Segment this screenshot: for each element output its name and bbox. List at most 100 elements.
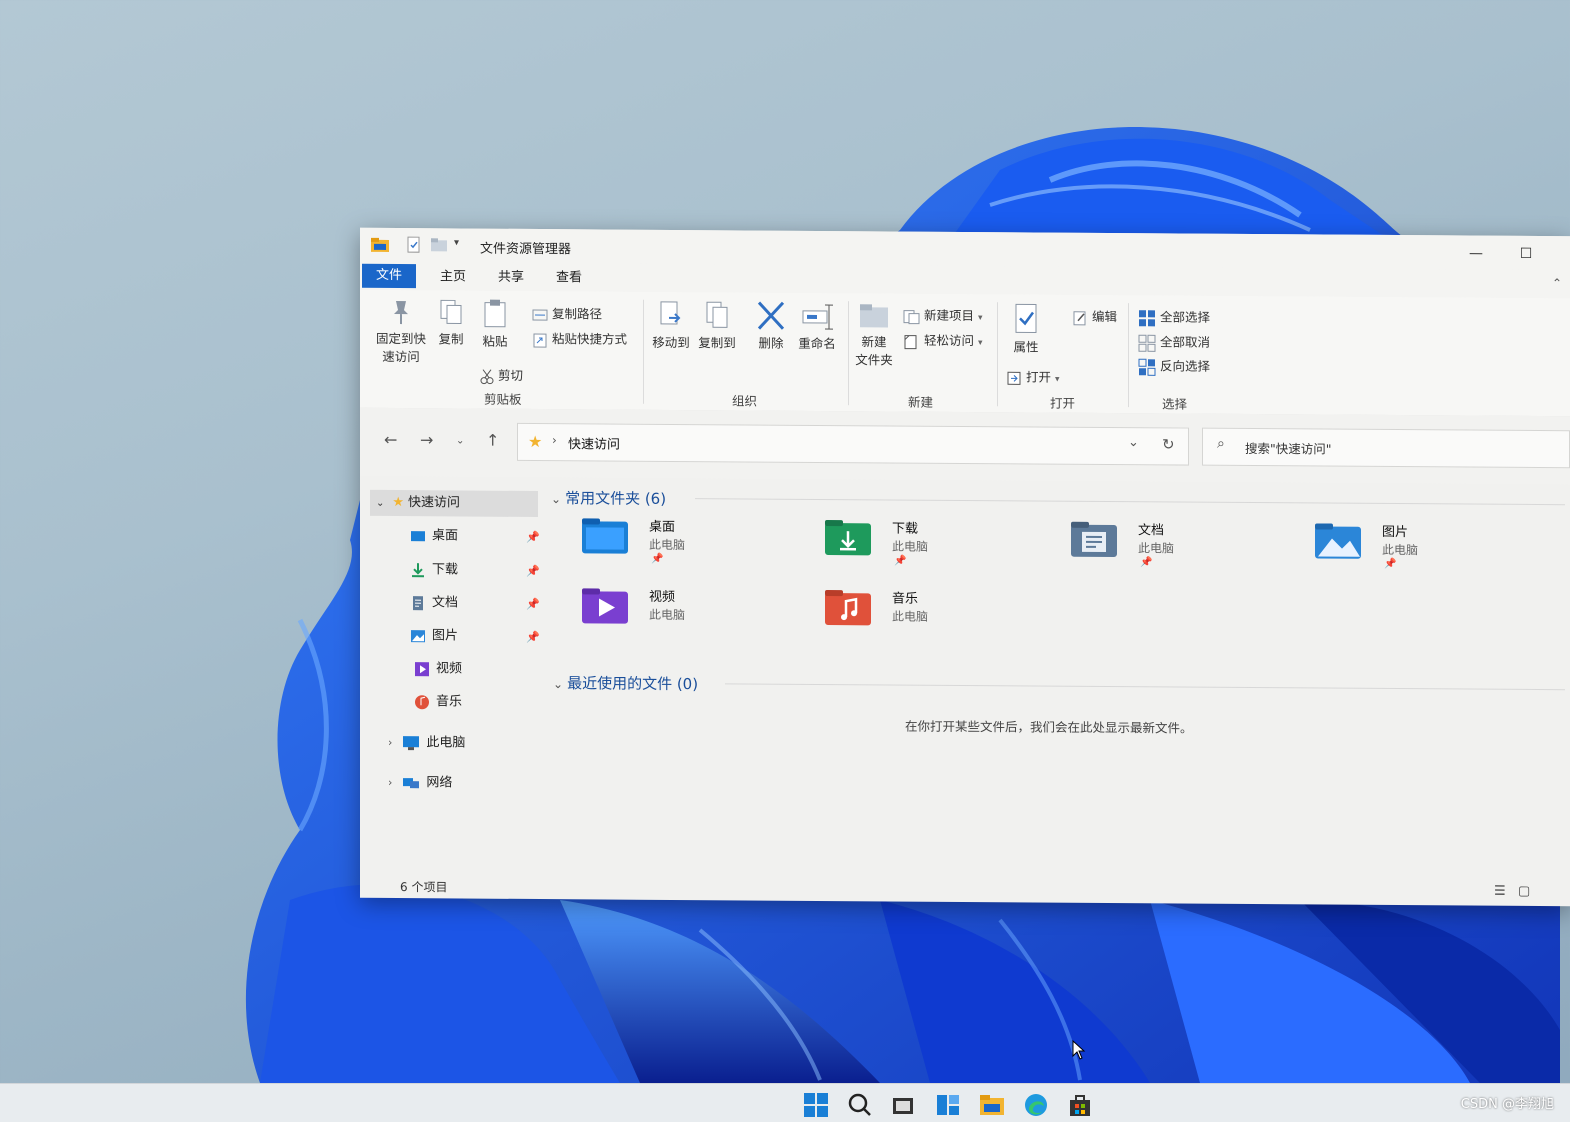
- collapse-chevron-down-icon[interactable]: ⌄: [553, 677, 563, 691]
- sidebar-item-pictures[interactable]: 图片: [410, 624, 458, 648]
- sidebar-item-music[interactable]: 音乐: [414, 690, 462, 714]
- tab-home[interactable]: 主页: [426, 265, 480, 289]
- content-pane: ⌄ 常用文件夹 (6) 桌面 此电脑 📌 下载 此电脑 📌 文档 此电脑 📌 图片…: [545, 477, 1570, 882]
- breadcrumb-quick-access[interactable]: 快速访问: [568, 433, 620, 452]
- videos-folder-icon: [582, 588, 628, 624]
- sidebar-label-downloads: 下载: [432, 562, 459, 578]
- folder-location: 此电脑: [649, 537, 686, 553]
- folder-tile-pictures[interactable]: 图片 此电脑 📌: [1314, 520, 1534, 582]
- forward-arrow-icon[interactable]: →: [420, 430, 433, 449]
- open-button[interactable]: 打开 ▾: [1006, 366, 1060, 386]
- address-bar[interactable]: ★ › 快速访问 ⌄ ↻: [517, 422, 1189, 466]
- task-view-icon[interactable]: [890, 1092, 916, 1118]
- folder-tile-videos[interactable]: 视频 此电脑: [581, 585, 801, 647]
- frequent-folders-header[interactable]: ⌄ 常用文件夹 (6): [551, 487, 666, 509]
- minimize-button[interactable]: —: [1456, 241, 1496, 265]
- windows-start-icon[interactable]: [803, 1092, 829, 1118]
- document-icon: [413, 595, 423, 610]
- properties-button[interactable]: 属性: [1006, 302, 1046, 356]
- open-group-label: 打开: [1050, 395, 1076, 411]
- recent-files-header[interactable]: ⌄ 最近使用的文件 (0): [553, 672, 698, 694]
- address-dropdown-chevron-icon[interactable]: ⌄: [1128, 435, 1139, 450]
- pin-icon[interactable]: 📌: [526, 531, 540, 544]
- tab-file[interactable]: 文件: [362, 263, 417, 289]
- pin-to-quick-access-button[interactable]: 固定到快 速访问: [370, 298, 432, 366]
- sidebar-item-desktop[interactable]: 桌面: [410, 524, 458, 548]
- new-folder-button[interactable]: 新建 文件夹: [852, 301, 896, 369]
- sidebar-item-quick-access[interactable]: ⌄ ★ 快速访问: [376, 491, 460, 516]
- expand-chevron-right-icon[interactable]: ›: [388, 736, 392, 749]
- copy-button[interactable]: 复制: [434, 298, 468, 348]
- microsoft-store-icon[interactable]: [1067, 1092, 1093, 1118]
- cut-button[interactable]: 剪切: [480, 365, 523, 385]
- quick-access-toolbar-dropdown-icon[interactable]: ▾: [454, 237, 459, 255]
- rename-button[interactable]: 重命名: [796, 301, 838, 353]
- pin-icon[interactable]: 📌: [526, 631, 540, 644]
- star-icon: ★: [528, 431, 543, 452]
- sidebar-label-desktop: 桌面: [432, 528, 459, 544]
- sidebar-label-videos: 视频: [436, 661, 463, 677]
- back-arrow-icon[interactable]: ←: [384, 430, 397, 449]
- pin-icon[interactable]: 📌: [526, 598, 540, 611]
- search-icon[interactable]: [847, 1092, 873, 1118]
- sidebar-label-quick-access: 快速访问: [408, 495, 461, 511]
- folder-tile-documents[interactable]: 文档 此电脑 📌: [1070, 519, 1290, 581]
- move-to-button[interactable]: 移动到: [650, 300, 692, 352]
- widgets-icon[interactable]: [935, 1092, 961, 1118]
- ribbon-divider: [1128, 303, 1129, 408]
- navigation-pane: ⌄ ★ 快速访问 桌面 📌 下载 📌 文档 📌 图片 📌 视频 音乐 › 此电脑 › 网…: [360, 476, 540, 875]
- select-all-label: 全部选择: [1160, 309, 1211, 325]
- tab-view[interactable]: 查看: [542, 266, 596, 290]
- refresh-icon[interactable]: ↻: [1162, 435, 1175, 453]
- invert-selection-icon: [1138, 358, 1156, 376]
- expand-chevron-down-icon[interactable]: ⌄: [376, 498, 384, 509]
- paste-button[interactable]: 粘贴: [478, 299, 512, 351]
- sidebar-item-downloads[interactable]: 下载: [410, 558, 458, 582]
- copy-path-button[interactable]: 复制路径: [532, 303, 602, 322]
- sidebar-item-network[interactable]: › 网络: [388, 771, 452, 795]
- paste-shortcut-button[interactable]: 粘贴快捷方式: [532, 328, 627, 348]
- pin-icon[interactable]: 📌: [526, 565, 540, 578]
- maximize-button[interactable]: ☐: [1506, 242, 1546, 266]
- copy-to-button[interactable]: 复制到: [696, 300, 738, 352]
- select-none-label: 全部取消: [1160, 334, 1211, 350]
- folder-location: 此电脑: [892, 609, 929, 624]
- file-explorer-taskbar-icon[interactable]: [979, 1092, 1005, 1118]
- edit-button[interactable]: 编辑: [1072, 306, 1117, 326]
- select-none-button[interactable]: 全部取消: [1138, 331, 1210, 352]
- folder-tile-downloads[interactable]: 下载 此电脑 📌: [824, 517, 1044, 579]
- sidebar-item-this-pc[interactable]: › 此电脑: [388, 731, 465, 756]
- item-count: 6 个项目: [400, 880, 448, 895]
- sidebar-item-videos[interactable]: 视频: [414, 657, 462, 681]
- sidebar-item-documents[interactable]: 文档: [410, 591, 458, 615]
- expand-chevron-right-icon[interactable]: ›: [388, 776, 392, 789]
- up-arrow-icon[interactable]: ↑: [486, 431, 499, 450]
- details-view-icon[interactable]: ☰: [1494, 884, 1506, 899]
- search-box[interactable]: ⌕ 搜索"快速访问": [1202, 427, 1570, 469]
- easy-access-button[interactable]: 轻松访问 ▾: [902, 330, 983, 350]
- copy-icon: [440, 299, 462, 324]
- window-title: 文件资源管理器: [480, 241, 572, 258]
- rename-icon: [802, 304, 833, 330]
- copy-path-label: 复制路径: [552, 306, 603, 322]
- ribbon-collapse-chevron-icon[interactable]: ⌃: [1552, 276, 1562, 290]
- properties-quick-icon[interactable]: [406, 236, 422, 254]
- edge-browser-icon[interactable]: [1023, 1092, 1049, 1118]
- select-group-label: 选择: [1162, 396, 1188, 412]
- folder-name: 桌面: [649, 519, 676, 535]
- tab-share[interactable]: 共享: [484, 266, 538, 290]
- search-input[interactable]: 搜索"快速访问": [1245, 438, 1332, 458]
- folder-tile-desktop[interactable]: 桌面 此电脑 📌: [581, 515, 801, 577]
- desktop-folder-icon: [582, 518, 628, 554]
- recent-files-empty-message: 在你打开某些文件后，我们会在此处显示最新文件。: [905, 718, 1193, 736]
- select-all-button[interactable]: 全部选择: [1138, 306, 1210, 327]
- recent-locations-chevron-icon[interactable]: ⌄: [456, 435, 464, 446]
- large-icons-view-icon[interactable]: ▢: [1518, 884, 1530, 899]
- invert-selection-button[interactable]: 反向选择: [1138, 355, 1210, 376]
- folder-tile-music[interactable]: 音乐 此电脑: [824, 587, 1044, 649]
- pin-icon: 📌: [1140, 557, 1153, 569]
- new-item-button[interactable]: 新建项目 ▾: [902, 305, 983, 325]
- new-folder-quick-icon[interactable]: [430, 236, 448, 254]
- collapse-chevron-down-icon[interactable]: ⌄: [551, 492, 561, 506]
- delete-button[interactable]: 删除: [750, 300, 792, 352]
